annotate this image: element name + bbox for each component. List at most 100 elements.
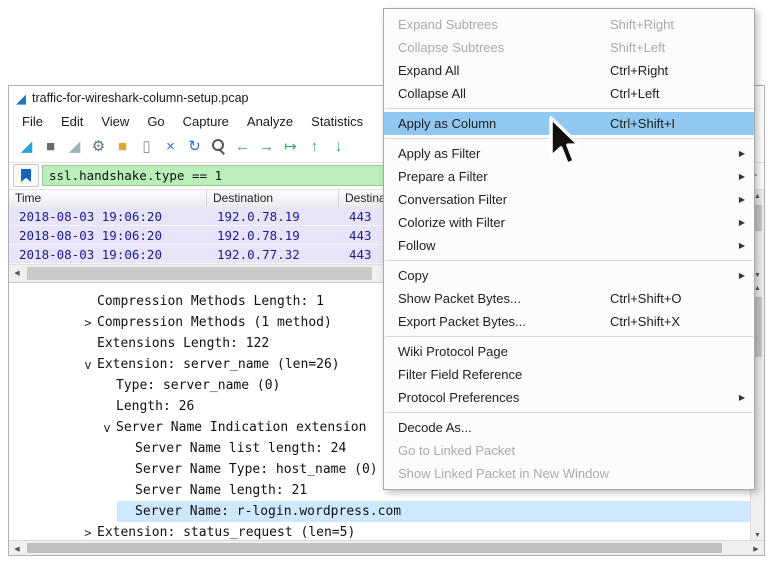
context-menu-item: Show Linked Packet in New Window (384, 462, 754, 485)
context-menu-item[interactable]: Follow▶ (384, 234, 754, 257)
context-menu-item[interactable]: Filter Field Reference (384, 363, 754, 386)
mouse-cursor-icon (548, 115, 585, 171)
menu-item-label: Follow (398, 238, 610, 253)
menu-item-label: Colorize with Filter (398, 215, 610, 230)
menu-item-label: Filter Field Reference (398, 367, 610, 382)
tree-row-label: Server Name list length: 24 (135, 441, 346, 456)
menubar-item-file[interactable]: File (13, 112, 52, 131)
cell-destination: 192.0.77.32 (207, 247, 339, 262)
menu-separator (385, 336, 753, 337)
tree-row-label: Server Name Type: host_name (0) (135, 462, 378, 477)
menu-item-shortcut: Ctrl+Right (610, 63, 746, 78)
context-menu-item[interactable]: Wiki Protocol Page (384, 340, 754, 363)
tree-row-label: Server Name: r-login.wordpress.com (135, 504, 401, 519)
context-menu-item[interactable]: Show Packet Bytes...Ctrl+Shift+O (384, 287, 754, 310)
tree-row-label: Server Name Indication extension (116, 420, 366, 435)
submenu-arrow-icon: ▶ (739, 172, 745, 181)
menubar-item-capture[interactable]: Capture (174, 112, 238, 131)
tree-row-label: Extension: status_request (len=5) (97, 525, 355, 540)
menu-item-label: Prepare a Filter (398, 169, 610, 184)
menu-item-label: Go to Linked Packet (398, 443, 610, 458)
menu-item-shortcut: Shift+Left (610, 40, 746, 55)
menu-separator (385, 108, 753, 109)
scroll-left-icon[interactable]: ◀ (9, 541, 25, 555)
wireshark-app-icon: ◢ (16, 92, 26, 105)
menu-item-label: Copy (398, 268, 610, 283)
scroll-track[interactable] (25, 541, 748, 555)
scroll-left-icon[interactable]: ◀ (9, 265, 25, 282)
menu-item-shortcut: Ctrl+Shift+O (610, 291, 746, 306)
expander-icon[interactable]: v (79, 358, 97, 372)
menu-item-label: Protocol Preferences (398, 390, 610, 405)
context-menu: Expand SubtreesShift+RightCollapse Subtr… (383, 8, 755, 490)
context-menu-item[interactable]: Copy ▶ (384, 264, 754, 287)
menubar-item-view[interactable]: View (92, 112, 138, 131)
tree-row[interactable]: >Extension: status_request (len=5) (9, 522, 750, 542)
last-packet-icon[interactable]: ↓ (328, 137, 349, 157)
bookmark-icon (21, 169, 31, 182)
expander-icon[interactable]: v (98, 421, 116, 435)
tree-row-inner: Server Name: r-login.wordpress.com (117, 501, 750, 522)
column-header-destination[interactable]: Destination (207, 190, 339, 207)
context-menu-item[interactable]: Decode As... (384, 416, 754, 439)
menubar-item-go[interactable]: Go (138, 112, 173, 131)
tree-row-inner: >Extension: status_request (len=5) (79, 522, 750, 542)
menu-item-label: Export Packet Bytes... (398, 314, 610, 329)
first-packet-icon[interactable]: ↑ (304, 137, 325, 157)
column-header-time[interactable]: Time (9, 190, 207, 207)
menu-item-label: Conversation Filter (398, 192, 610, 207)
context-menu-item[interactable]: Protocol Preferences▶ (384, 386, 754, 409)
reload-file-icon[interactable]: ↻ (184, 137, 205, 157)
tree-row-label: Extension: server_name (len=26) (97, 357, 340, 372)
context-menu-item[interactable]: Expand AllCtrl+Right (384, 59, 754, 82)
submenu-arrow-icon: ▶ (739, 218, 745, 227)
menu-separator (385, 260, 753, 261)
menu-item-shortcut: Ctrl+Left (610, 86, 746, 101)
submenu-arrow-icon: ▶ (739, 195, 745, 204)
menu-item-label: Expand Subtrees (398, 17, 610, 32)
menu-item-shortcut: Ctrl+Shift+I (610, 116, 746, 131)
go-back-icon[interactable]: ← (232, 137, 253, 157)
context-menu-item[interactable]: Collapse AllCtrl+Left (384, 82, 754, 105)
scroll-right-icon[interactable]: ▶ (748, 541, 764, 555)
tree-row[interactable]: Server Name: r-login.wordpress.com (9, 501, 750, 522)
filter-bookmark-button[interactable] (13, 164, 39, 187)
save-file-icon[interactable]: ▯ (136, 137, 157, 157)
cell-destination: 192.0.78.19 (207, 209, 339, 224)
detail-hscrollbar[interactable]: ◀ ▶ (9, 540, 764, 555)
cell-time: 2018-08-03 19:06:20 (9, 228, 207, 243)
open-file-icon[interactable]: ■ (112, 137, 133, 157)
menu-item-label: Collapse All (398, 86, 610, 101)
window-title: traffic-for-wireshark-column-setup.pcap (32, 91, 249, 105)
close-file-icon[interactable]: × (160, 137, 181, 157)
capture-options-icon[interactable]: ⚙ (88, 137, 109, 157)
menubar-item-statistics[interactable]: Statistics (302, 112, 372, 131)
go-forward-icon[interactable]: → (256, 137, 277, 157)
context-menu-item[interactable]: Colorize with Filter ▶ (384, 211, 754, 234)
cell-destination: 192.0.78.19 (207, 228, 339, 243)
context-menu-item[interactable]: Conversation Filter ▶ (384, 188, 754, 211)
context-menu-item[interactable]: Export Packet Bytes...Ctrl+Shift+X (384, 310, 754, 333)
scroll-thumb[interactable] (27, 267, 372, 280)
menu-item-label: Decode As... (398, 420, 610, 435)
context-menu-item: Expand SubtreesShift+Right (384, 13, 754, 36)
menubar-item-analyze[interactable]: Analyze (238, 112, 302, 131)
menu-separator (385, 412, 753, 413)
tree-row-label: Extensions Length: 122 (97, 336, 269, 351)
scroll-thumb[interactable] (27, 543, 722, 553)
submenu-arrow-icon: ▶ (739, 271, 745, 280)
menu-item-label: Expand All (398, 63, 610, 78)
expander-icon[interactable]: > (79, 316, 97, 330)
go-to-packet-icon[interactable]: ↦ (280, 137, 301, 157)
restart-capture-icon[interactable]: ◢ (64, 137, 85, 157)
menubar-item-edit[interactable]: Edit (52, 112, 92, 131)
expander-icon[interactable]: > (79, 526, 97, 540)
find-packet-icon[interactable] (208, 137, 229, 157)
menu-item-shortcut: Shift+Right (610, 17, 746, 32)
context-menu-item: Go to Linked Packet (384, 439, 754, 462)
start-capture-icon[interactable]: ◢ (16, 137, 37, 157)
stop-capture-icon[interactable]: ■ (40, 137, 61, 157)
menu-item-label: Show Packet Bytes... (398, 291, 610, 306)
menu-item-shortcut: Ctrl+Shift+X (610, 314, 746, 329)
tree-row-label: Type: server_name (0) (116, 378, 280, 393)
